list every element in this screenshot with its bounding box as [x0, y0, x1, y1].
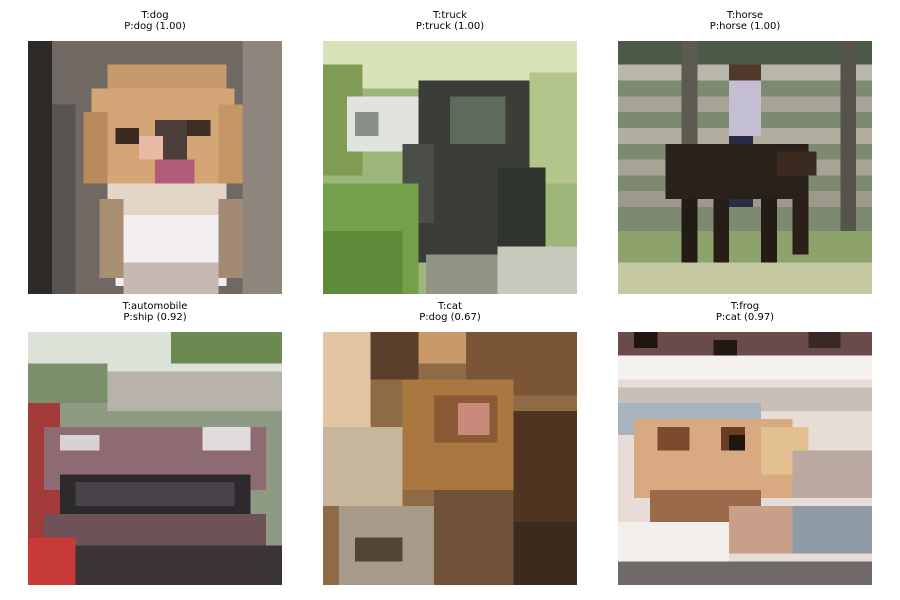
pred-label: P:cat (0.97)	[715, 312, 775, 323]
true-label: T:truck	[432, 10, 468, 21]
panel-title: T:cat P:dog (0.67)	[323, 301, 577, 325]
true-label: T:cat	[438, 301, 462, 312]
pred-label: P:dog (0.67)	[419, 312, 481, 323]
true-label: T:dog	[141, 10, 169, 21]
pred-label: P:ship (0.92)	[123, 312, 187, 323]
true-label: T:automobile	[122, 301, 188, 312]
panel-dog: T:dog P:dog (1.00)	[28, 10, 282, 294]
true-label: T:frog	[730, 301, 760, 312]
true-label: T:horse	[726, 10, 764, 21]
cat-image	[323, 332, 577, 585]
panel-title: T:truck P:truck (1.00)	[323, 10, 577, 34]
automobile-image	[28, 332, 282, 585]
dog-image	[28, 41, 282, 294]
pred-label: P:dog (1.00)	[124, 21, 186, 32]
frog-image	[618, 332, 872, 585]
horse-image	[618, 41, 872, 294]
panel-title: T:automobile P:ship (0.92)	[28, 301, 282, 325]
panel-title: T:frog P:cat (0.97)	[618, 301, 872, 325]
panel-title: T:horse P:horse (1.00)	[618, 10, 872, 34]
pred-label: P:horse (1.00)	[709, 21, 781, 32]
panel-truck: T:truck P:truck (1.00)	[323, 10, 577, 294]
panel-horse: T:horse P:horse (1.00)	[618, 10, 872, 294]
panel-frog: T:frog P:cat (0.97)	[618, 301, 872, 585]
pred-label: P:truck (1.00)	[415, 21, 485, 32]
panel-title: T:dog P:dog (1.00)	[28, 10, 282, 34]
panel-cat: T:cat P:dog (0.67)	[323, 301, 577, 585]
panel-automobile: T:automobile P:ship (0.92)	[28, 301, 282, 585]
truck-image	[323, 41, 577, 294]
